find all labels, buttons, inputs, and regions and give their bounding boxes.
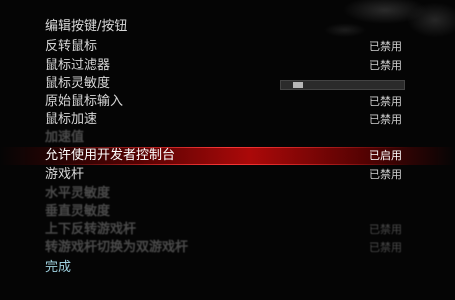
done-button-label: 完成 [45, 260, 72, 275]
menu-item-label: 转游戏杆切换为双游戏杆 [45, 240, 189, 255]
menu-item-label: 上下反转游戏杆 [45, 222, 137, 237]
menu-item-edit-keys[interactable]: 编辑按键/按钮 [0, 18, 455, 36]
menu-item-mouse-acceleration[interactable]: 鼠标加速 已禁用 [0, 111, 455, 129]
menu-item-value: 已禁用 [369, 40, 402, 53]
menu-item-invert-joystick: 上下反转游戏杆 已禁用 [0, 221, 455, 239]
menu-item-value: 已禁用 [369, 59, 402, 72]
menu-item-label: 鼠标过滤器 [45, 58, 111, 73]
menu-item-value: 已禁用 [369, 223, 402, 236]
menu-item-value: 已禁用 [369, 168, 402, 181]
menu-item-value: 已禁用 [369, 241, 402, 254]
menu-item-label: 编辑按键/按钮 [45, 19, 128, 34]
menu-item-raw-mouse-input[interactable]: 原始鼠标输入 已禁用 [0, 93, 455, 111]
menu-item-label: 鼠标加速 [45, 112, 98, 127]
menu-item-value: 已禁用 [369, 95, 402, 108]
menu-item-vertical-sensitivity: 垂直灵敏度 [0, 203, 455, 221]
menu-item-label: 游戏杆 [45, 167, 85, 182]
menu-item-horizontal-sensitivity: 水平灵敏度 [0, 185, 455, 203]
slider-thumb[interactable] [293, 82, 304, 88]
menu-item-developer-console[interactable]: 允许使用开发者控制台 已启用 [0, 147, 455, 165]
menu-item-label: 允许使用开发者控制台 [45, 148, 176, 163]
menu-item-joystick[interactable]: 游戏杆 已禁用 [0, 166, 455, 184]
menu-item-swap-joysticks: 转游戏杆切换为双游戏杆 已禁用 [0, 239, 455, 257]
menu-item-label: 鼠标灵敏度 [45, 76, 111, 91]
done-button[interactable]: 完成 [0, 259, 455, 277]
menu-item-mouse-filter[interactable]: 鼠标过滤器 已禁用 [0, 57, 455, 75]
menu-item-value: 已禁用 [369, 113, 402, 126]
mouse-sensitivity-slider[interactable] [280, 80, 405, 90]
menu-item-acceleration-value: 加速值 [0, 129, 455, 147]
menu-item-value: 已启用 [369, 149, 402, 162]
menu-item-label: 加速值 [45, 130, 85, 145]
menu-item-label: 反转鼠标 [45, 39, 98, 54]
menu-item-label: 原始鼠标输入 [45, 94, 124, 109]
menu-item-invert-mouse[interactable]: 反转鼠标 已禁用 [0, 38, 455, 56]
menu-item-label: 水平灵敏度 [45, 186, 111, 201]
menu-item-label: 垂直灵敏度 [45, 204, 111, 219]
